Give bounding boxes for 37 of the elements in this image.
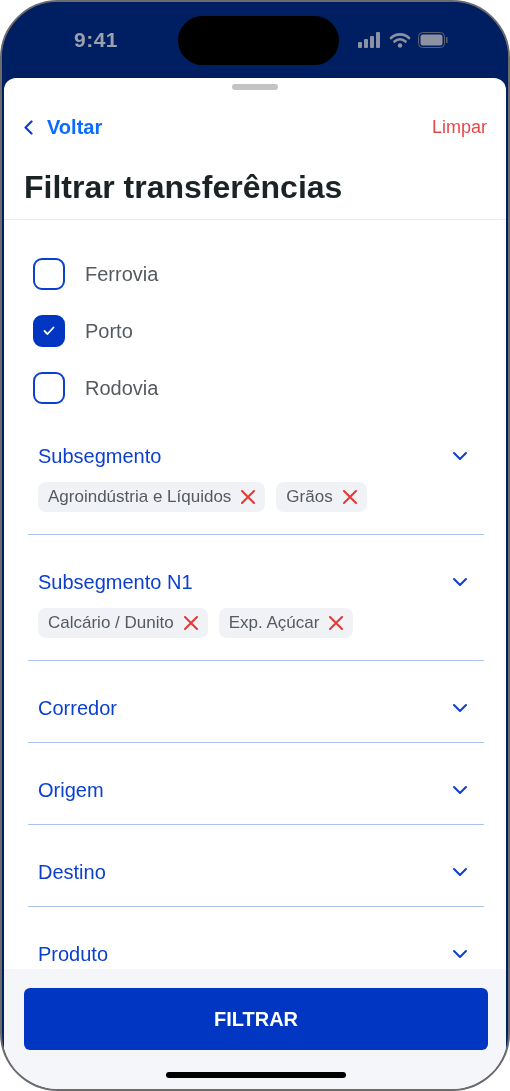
filter-button[interactable]: FILTRAR: [24, 988, 488, 1050]
chevron-down-icon: [452, 867, 468, 877]
chevron-down-icon: [452, 949, 468, 959]
checkbox[interactable]: [33, 315, 65, 347]
checkbox[interactable]: [33, 258, 65, 290]
filter-chip[interactable]: Exp. Açúcar: [218, 608, 354, 638]
check-icon: [43, 326, 55, 336]
filter-dropdown[interactable]: Produto: [28, 942, 484, 966]
remove-icon[interactable]: [183, 616, 198, 630]
filter-dropdown[interactable]: Origem: [28, 778, 484, 802]
back-link[interactable]: Voltar: [24, 115, 103, 139]
filter-dropdown[interactable]: Destino: [28, 860, 484, 884]
page-title: Filtrar transferências: [24, 168, 344, 207]
remove-icon[interactable]: [241, 490, 256, 504]
remove-icon[interactable]: [329, 616, 344, 630]
back-chevron-icon: [24, 119, 33, 135]
filter-dropdown[interactable]: Subsegmento: [28, 444, 484, 468]
checkbox-label: Porto: [85, 319, 133, 343]
chevron-down-icon: [452, 577, 468, 587]
sheet-handle[interactable]: [232, 84, 278, 90]
chevron-down-icon: [452, 703, 468, 713]
chevron-down-icon: [452, 451, 468, 461]
filter-chip[interactable]: Grãos: [276, 482, 367, 512]
filter-dropdown[interactable]: Corredor: [28, 696, 484, 720]
filter-chip[interactable]: Agroindústria e Líquidos: [38, 482, 266, 512]
checkbox-label: Ferrovia: [85, 262, 159, 286]
status-time: 9:41: [74, 28, 119, 52]
wifi-icon: [389, 32, 411, 48]
chevron-down-icon: [452, 785, 468, 795]
remove-icon[interactable]: [342, 490, 357, 504]
filter-chip[interactable]: Calcário / Dunito: [38, 608, 208, 638]
signal-icon: [358, 32, 382, 48]
checkbox[interactable]: [33, 372, 65, 404]
clear-link[interactable]: Limpar: [431, 116, 487, 138]
filter-dropdown[interactable]: Subsegmento N1: [28, 570, 484, 594]
battery-icon: [418, 32, 448, 48]
checkbox-label: Rodovia: [85, 376, 159, 400]
